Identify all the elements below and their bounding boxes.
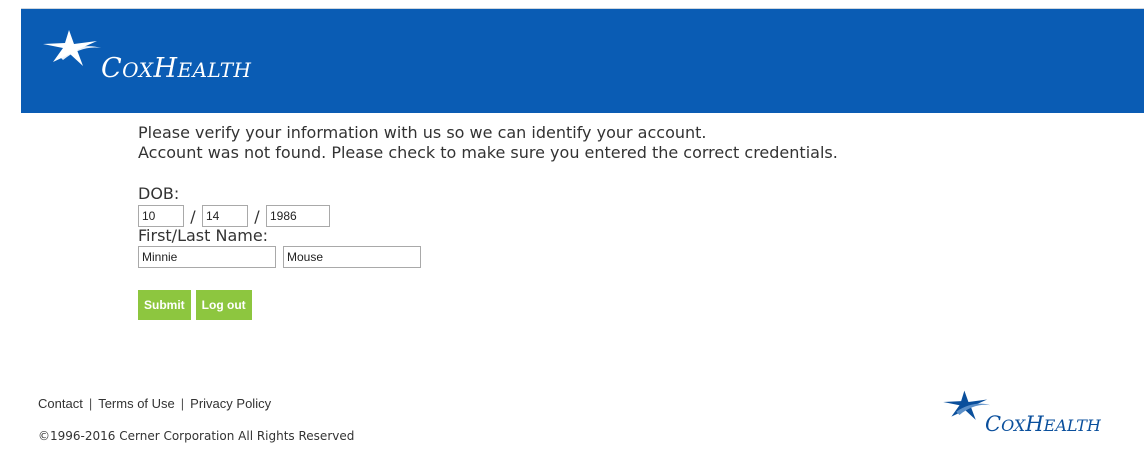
footer-separator: | [180,396,185,411]
dob-row: / / [138,205,1038,227]
header-banner: COXHEALTH [21,9,1144,113]
last-name-input[interactable] [283,246,421,268]
name-label: First/Last Name: [138,226,269,245]
dob-label: DOB: [138,184,180,203]
name-row [138,246,1038,268]
dob-month-input[interactable] [138,205,184,227]
dob-separator: / [254,206,260,226]
privacy-policy-link[interactable]: Privacy Policy [190,396,271,411]
footer-logo: COXHEALTH [940,386,1130,442]
first-name-input[interactable] [138,246,276,268]
logout-button[interactable]: Log out [195,290,252,320]
error-message: Account was not found. Please check to m… [138,143,838,162]
dob-day-input[interactable] [202,205,248,227]
contact-link[interactable]: Contact [38,396,83,411]
dob-separator: / [190,206,196,226]
verification-form: Please verify your information with us s… [138,123,1038,320]
dob-year-input[interactable] [266,205,330,227]
star-icon [43,30,101,66]
page: COXHEALTH Please verify your information… [0,0,1146,459]
footer-separator: | [88,396,93,411]
footer-logo-wordmark: COXHEALTH [985,412,1101,436]
form-actions: Submit Log out [138,290,1038,320]
terms-of-use-link[interactable]: Terms of Use [98,396,175,411]
submit-button[interactable]: Submit [138,290,191,320]
logo-wordmark: COXHEALTH [101,53,252,84]
instruction-text: Please verify your information with us s… [138,123,707,142]
copyright-text: ©1996-2016 Cerner Corporation All Rights… [38,429,355,443]
footer-links: Contact | Terms of Use | Privacy Policy [38,396,271,411]
header-logo: COXHEALTH [39,26,279,90]
